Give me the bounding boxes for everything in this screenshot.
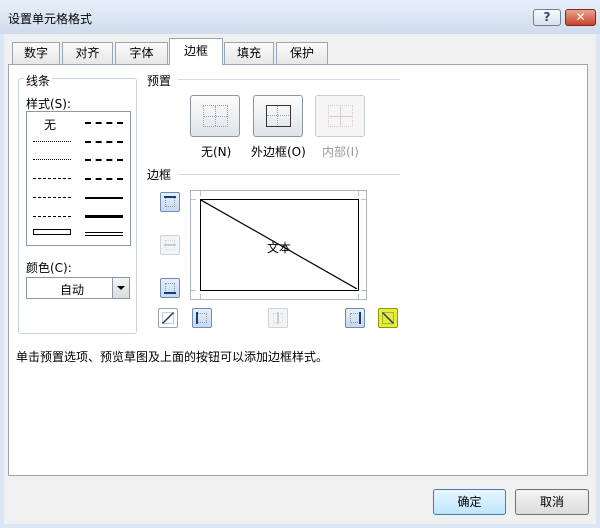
line-style-medium-dash-dot[interactable]	[85, 159, 123, 161]
tab-alignment[interactable]: 对齐	[62, 42, 113, 64]
line-style-list[interactable]: 无	[26, 111, 131, 246]
line-style-slant-dash-dot[interactable]	[85, 141, 123, 143]
line-style-dash-dot[interactable]	[33, 197, 71, 198]
preview-text: 文本	[267, 241, 292, 255]
line-style-medium-dash-dot-dot[interactable]	[85, 122, 123, 124]
preset-outline-icon	[266, 105, 291, 127]
tab-number[interactable]: 数字	[12, 42, 60, 64]
line-style-medium-dashed[interactable]	[85, 178, 123, 180]
preset-none-button[interactable]	[190, 95, 240, 137]
border-inside-vertical-button[interactable]	[268, 308, 288, 328]
tab-border[interactable]: 边框	[169, 38, 223, 65]
line-style-medium[interactable]	[85, 197, 123, 199]
color-label: 颜色(C):	[26, 261, 72, 275]
help-button[interactable]: ?	[533, 9, 561, 26]
border-inside-horizontal-button[interactable]	[160, 235, 180, 255]
preset-separator	[178, 79, 400, 80]
border-title: 边框	[147, 168, 172, 182]
border-preview[interactable]: 文本	[190, 190, 367, 300]
color-value: 自动	[60, 283, 85, 297]
border-left-icon	[197, 313, 207, 323]
border-bottom-button[interactable]	[160, 278, 180, 298]
window-title: 设置单元格格式	[8, 12, 93, 26]
close-button[interactable]: ✕	[565, 9, 596, 26]
border-top-icon	[165, 197, 175, 207]
line-style-none[interactable]: 无	[44, 116, 56, 133]
tab-protection[interactable]: 保护	[276, 42, 328, 64]
preset-title: 预置	[147, 74, 172, 88]
tab-fill[interactable]: 填充	[224, 42, 274, 64]
cancel-button[interactable]: 取消	[515, 489, 589, 515]
border-right-button[interactable]	[345, 308, 365, 328]
color-combobox[interactable]: 自动	[26, 277, 130, 299]
line-style-dashed[interactable]	[33, 216, 71, 217]
line-style-dash-dot-dot[interactable]	[33, 178, 71, 179]
ok-button[interactable]: 确定	[433, 489, 506, 515]
diagonal-up-icon	[161, 311, 175, 325]
line-style-dotted[interactable]	[33, 159, 71, 160]
line-group-title: 线条	[24, 72, 53, 89]
border-top-button[interactable]	[160, 192, 180, 212]
border-left-button[interactable]	[192, 308, 212, 328]
chevron-down-icon[interactable]	[112, 278, 129, 298]
preset-inside-label: 内部(I)	[322, 145, 359, 159]
line-style-thick[interactable]	[85, 215, 123, 218]
diagonal-down-icon	[381, 311, 395, 325]
hint-text: 单击预置选项、预览草图及上面的按钮可以添加边框样式。	[16, 350, 329, 364]
tab-font[interactable]: 字体	[115, 42, 168, 64]
preset-none-icon	[203, 105, 228, 127]
border-diagonal-down-button[interactable]	[378, 308, 398, 328]
preset-inside-icon	[328, 105, 353, 127]
preset-outline-button[interactable]	[253, 95, 303, 137]
line-style-hair[interactable]	[33, 141, 71, 142]
title-bar: 设置单元格格式 ? ✕	[0, 0, 600, 34]
border-diagonal-up-button[interactable]	[158, 308, 178, 328]
line-style-double[interactable]	[85, 232, 123, 236]
preset-inside-button[interactable]	[315, 95, 365, 137]
line-style-thin-selected[interactable]	[33, 229, 71, 235]
border-separator	[178, 174, 400, 175]
preset-outline-label: 外边框(O)	[251, 145, 306, 159]
style-label: 样式(S):	[26, 97, 72, 111]
preset-none-label: 无(N)	[201, 145, 232, 159]
